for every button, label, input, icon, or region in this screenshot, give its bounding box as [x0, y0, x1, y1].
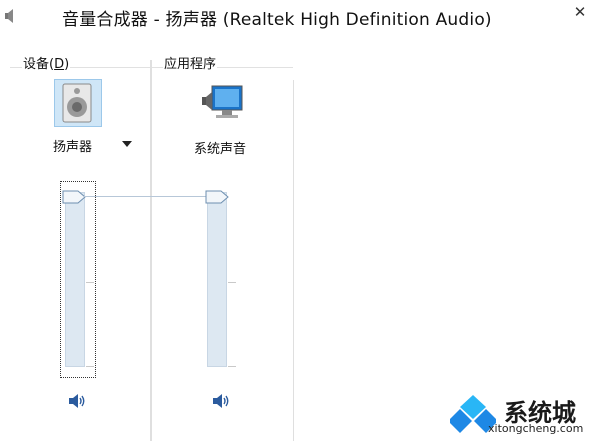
device-volume-tick — [86, 282, 94, 283]
device-name-label: 扬声器 — [53, 140, 93, 155]
speaker-volume-icon — [213, 394, 229, 408]
speaker-device-icon — [62, 83, 92, 123]
device-dropdown-arrow-icon[interactable] — [122, 141, 132, 147]
app-volume-tick — [228, 282, 236, 283]
device-group-label: 设备(D) — [22, 53, 71, 72]
volume-link-line — [84, 196, 208, 197]
device-volume-slider-thumb[interactable] — [62, 190, 86, 204]
device-mute-button[interactable] — [68, 393, 88, 409]
apps-panel-divider — [293, 80, 294, 441]
apps-group-label: 应用程序 — [163, 53, 218, 72]
device-volume-tick — [86, 366, 94, 367]
device-volume-track[interactable] — [65, 192, 85, 367]
app-name-label: 系统声音 — [194, 142, 247, 157]
group-divider — [150, 60, 152, 441]
window-title: 音量合成器 - 扬声器 (Realtek High Definition Aud… — [62, 10, 492, 30]
watermark-url: xitongcheng.com — [488, 422, 584, 435]
system-sounds-icon — [202, 85, 243, 118]
volume-mixer-app-icon — [5, 9, 13, 23]
app-volume-slider-thumb[interactable] — [205, 190, 229, 204]
close-button[interactable]: ✕ — [557, 0, 603, 24]
app-volume-tick — [228, 366, 236, 367]
app-mute-button[interactable] — [212, 393, 232, 409]
title-bar: 音量合成器 - 扬声器 (Realtek High Definition Aud… — [0, 0, 603, 33]
close-icon: ✕ — [573, 3, 587, 21]
speaker-volume-icon — [69, 394, 85, 408]
app-volume-track[interactable] — [207, 192, 227, 367]
speaker-device-button[interactable] — [54, 79, 102, 127]
